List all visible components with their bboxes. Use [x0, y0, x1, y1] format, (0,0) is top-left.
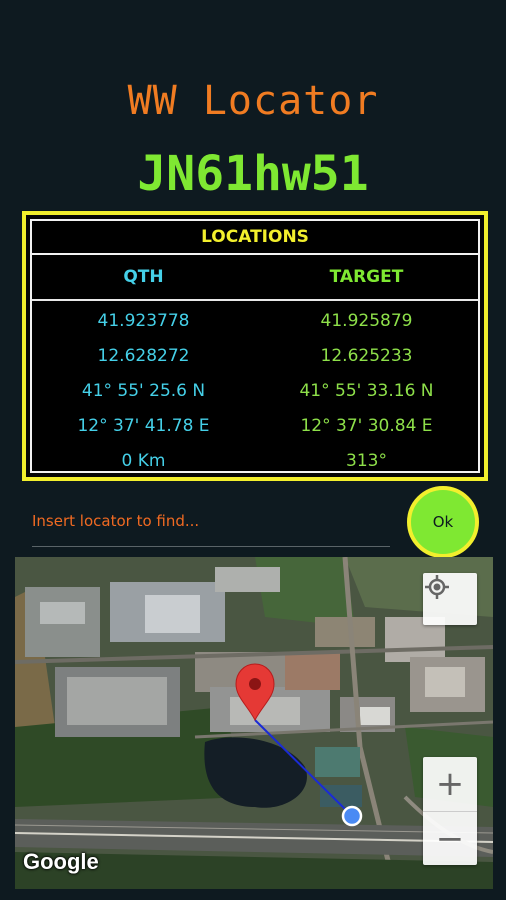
distance-value: 0 Km [121, 450, 166, 471]
map-overlay [235, 663, 363, 827]
satellite-map[interactable]: + − Google [15, 557, 493, 889]
target-longitude: 12.625233 [320, 345, 413, 366]
current-location-dot [341, 805, 363, 827]
qth-latitude: 41.923778 [97, 310, 190, 331]
google-attribution: Google [23, 849, 99, 874]
my-location-button[interactable] [423, 573, 477, 625]
locator-code: JN61hw51 [137, 146, 369, 202]
zoom-out-button[interactable]: − [423, 812, 477, 866]
locator-search-input[interactable] [32, 496, 390, 547]
qth-latitude-dms: 41° 55' 25.6 N [81, 380, 206, 401]
table-row: 12° 37' 41.78 E 12° 37' 30.84 E [32, 408, 478, 443]
zoom-in-button[interactable]: + [423, 757, 477, 812]
ok-button[interactable]: Ok [407, 486, 479, 558]
table-row: 41° 55' 25.6 N 41° 55' 33.16 N [32, 373, 478, 408]
route-line [254, 719, 353, 817]
column-header-row: QTH TARGET [32, 255, 478, 301]
locations-panel: LOCATIONS QTH TARGET 41.923778 41.925879… [22, 211, 488, 481]
target-column-header: TARGET [329, 267, 404, 287]
target-longitude-dms: 12° 37' 30.84 E [300, 415, 433, 436]
target-latitude: 41.925879 [320, 310, 413, 331]
table-row: 12.628272 12.625233 [32, 338, 478, 373]
qth-longitude: 12.628272 [97, 345, 190, 366]
map-pin-icon[interactable] [235, 663, 275, 722]
bearing-value: 313° [346, 450, 387, 471]
zoom-controls: + − [423, 757, 477, 865]
locations-table: LOCATIONS QTH TARGET 41.923778 41.925879… [30, 219, 480, 473]
table-row: 0 Km 313° [32, 443, 478, 478]
locations-header: LOCATIONS [32, 221, 478, 255]
target-latitude-dms: 41° 55' 33.16 N [299, 380, 434, 401]
app-title: WW Locator [127, 78, 379, 124]
qth-column-header: QTH [123, 267, 164, 287]
table-row: 41.923778 41.925879 [32, 303, 478, 338]
qth-longitude-dms: 12° 37' 41.78 E [77, 415, 210, 436]
